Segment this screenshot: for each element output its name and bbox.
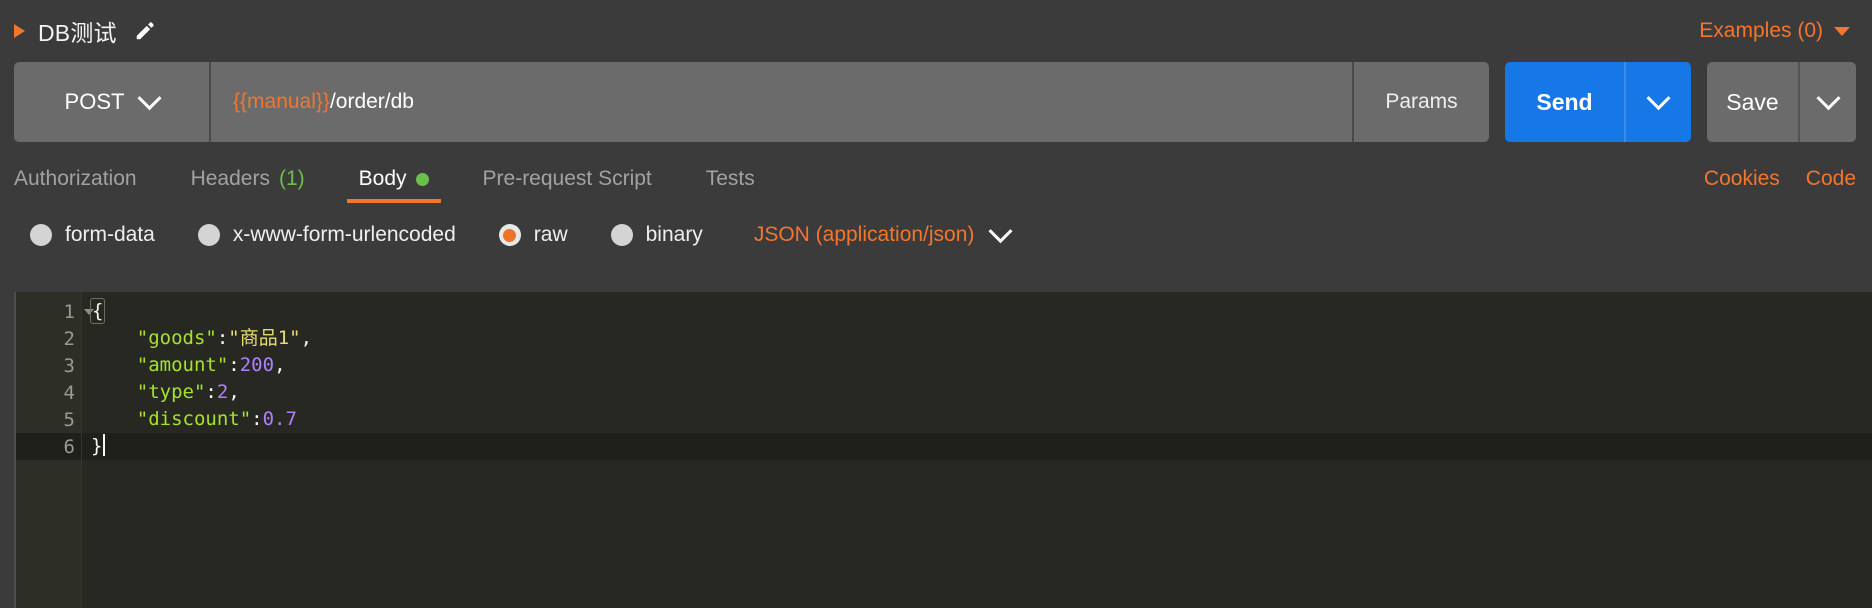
code-token: 200 [239, 354, 275, 376]
url-input-group: POST {{manual}}/order/db Params [14, 62, 1489, 142]
radio-icon[interactable] [197, 224, 220, 246]
body-type-binary[interactable]: binary [610, 223, 703, 247]
tab-label: Pre-request Script [482, 167, 652, 190]
code-token: , [300, 327, 313, 349]
body-type-raw[interactable]: raw [498, 223, 568, 247]
code-token: 2 [216, 381, 229, 403]
code-token: : [251, 408, 263, 430]
editor-gutter: 123456 [16, 292, 94, 608]
radio-checked-icon[interactable] [498, 224, 521, 246]
gutter-line-number: 6 [16, 433, 81, 460]
chevron-down-icon [137, 85, 162, 110]
radio-icon[interactable] [610, 224, 633, 246]
gutter-line-number: 2 [63, 327, 75, 350]
code-token: "商品1" [228, 327, 301, 349]
gutter-line-number: 3 [63, 354, 75, 377]
url-variable-token: {{manual}} [233, 90, 330, 113]
code-token: , [228, 381, 240, 403]
editor-line[interactable]: } [82, 433, 1872, 460]
save-options-button[interactable] [1798, 62, 1856, 142]
content-type-label: JSON (application/json) [753, 223, 975, 246]
code-token: , [274, 354, 286, 376]
body-type-label: binary [645, 223, 703, 246]
chevron-down-icon [1646, 85, 1671, 110]
page-title: DB测试 [38, 20, 117, 46]
send-button-group: Send [1505, 62, 1691, 142]
body-type-label: form-data [65, 223, 155, 246]
pencil-icon[interactable] [134, 20, 156, 42]
code-token: { [89, 298, 106, 324]
examples-label: Examples (0) [1699, 19, 1823, 42]
save-button-group: Save [1707, 62, 1856, 142]
body-type-label: x-www-form-urlencoded [232, 223, 456, 246]
editor-line[interactable]: "discount":0.7 [82, 406, 1872, 433]
editor-line[interactable]: "goods":"商品1", [82, 325, 1872, 352]
tab-headers[interactable]: Headers (1) [191, 167, 305, 203]
code-token: 0.7 [262, 408, 297, 430]
chevron-down-icon [1815, 85, 1841, 110]
gutter-line-number: 1 [16, 298, 94, 325]
request-url-input[interactable]: {{manual}}/order/db [211, 62, 1352, 142]
code-token: : [228, 354, 240, 376]
code-token: : [205, 381, 217, 403]
postman-request-pane: DB测试 Examples (0) POST {{manual}}/order/… [0, 0, 1872, 608]
tab-body[interactable]: Body [346, 167, 441, 203]
tab-label: Body [358, 167, 407, 190]
send-options-button[interactable] [1624, 62, 1691, 142]
code-token: "type" [136, 381, 206, 403]
text-cursor [103, 434, 106, 456]
code-token: } [91, 435, 103, 457]
http-method-selector[interactable]: POST [14, 62, 211, 142]
tab-label: Authorization [14, 167, 137, 190]
headers-count-badge: (1) [278, 167, 305, 190]
send-button[interactable]: Send [1505, 62, 1624, 142]
body-type-selector: form-data x-www-form-urlencoded raw bina… [0, 203, 1872, 267]
tab-tests[interactable]: Tests [706, 167, 755, 203]
tabs-right-links: Cookies Code [1704, 167, 1856, 203]
editor-line[interactable]: "type":2, [82, 379, 1872, 406]
code-link[interactable]: Code [1806, 167, 1856, 191]
chevron-down-icon [988, 218, 1013, 243]
radio-icon[interactable] [30, 224, 52, 246]
editor-line[interactable]: { [82, 298, 1872, 325]
code-token: "goods" [136, 327, 217, 349]
body-present-dot-icon [415, 172, 429, 186]
cookies-link[interactable]: Cookies [1704, 167, 1780, 191]
request-body-editor[interactable]: 123456 { "goods":"商品1", "amount":200, "t… [14, 292, 1872, 608]
body-type-label: raw [533, 223, 568, 246]
save-button[interactable]: Save [1707, 62, 1798, 142]
code-token: : [216, 327, 229, 349]
code-token: "discount" [136, 408, 252, 430]
tab-label: Tests [705, 167, 755, 190]
http-method-label: POST [64, 89, 125, 114]
body-type-urlencoded[interactable]: x-www-form-urlencoded [197, 223, 456, 247]
request-title-bar: DB测试 Examples (0) [0, 0, 1872, 62]
editor-line[interactable]: "amount":200, [82, 352, 1872, 379]
editor-code-area[interactable]: { "goods":"商品1", "amount":200, "type":2,… [82, 292, 1872, 608]
tab-pre-request-script[interactable]: Pre-request Script [483, 167, 652, 203]
tab-label: Headers [190, 167, 270, 190]
content-type-dropdown[interactable]: JSON (application/json) [753, 218, 1013, 247]
gutter-line-number: 5 [63, 408, 75, 431]
params-button[interactable]: Params [1352, 62, 1489, 142]
tab-authorization[interactable]: Authorization [14, 167, 137, 203]
examples-dropdown[interactable]: Examples (0) [1699, 19, 1850, 43]
request-tabs: Authorization Headers (1) Body Pre-reque… [0, 142, 1872, 203]
chevron-down-icon [1834, 26, 1850, 36]
code-token: "amount" [136, 354, 229, 376]
url-bar: POST {{manual}}/order/db Params Send Sav… [0, 62, 1872, 142]
gutter-line-number: 4 [63, 381, 75, 404]
caret-right-icon[interactable] [14, 24, 25, 38]
url-path-text: /order/db [329, 90, 414, 113]
body-type-form-data[interactable]: form-data [30, 223, 155, 247]
